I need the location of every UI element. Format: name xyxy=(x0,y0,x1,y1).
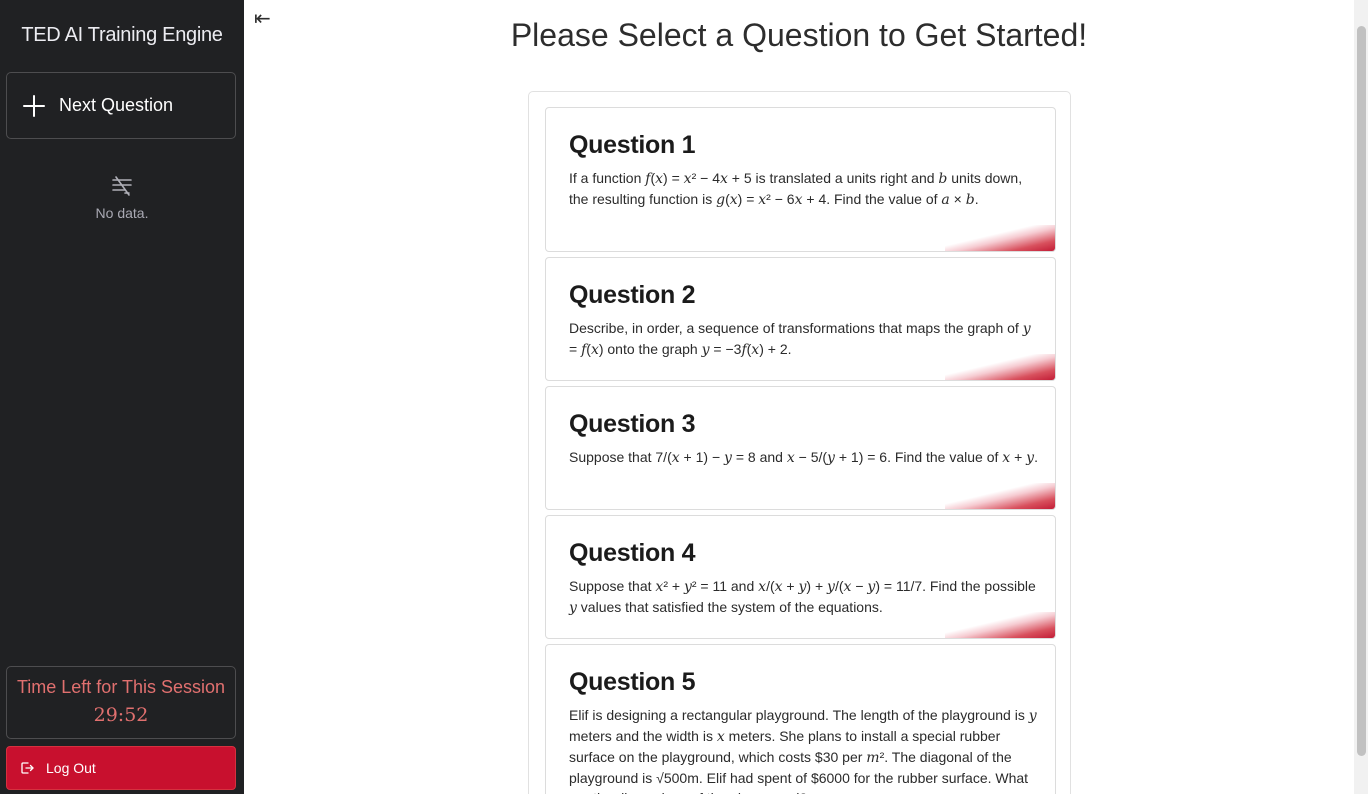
question-card-5[interactable]: Question 5 Elif is designing a rectangul… xyxy=(545,644,1056,794)
question-text: If a function f(x) = x² − 4x + 5 is tran… xyxy=(569,170,1023,208)
no-data-placeholder: No data. xyxy=(0,175,244,221)
card-corner-decoration xyxy=(945,354,1055,380)
timer-value: 29:52 xyxy=(93,704,149,726)
question-title: Question 2 xyxy=(569,281,696,309)
plus-icon xyxy=(23,94,45,117)
next-question-label: Next Question xyxy=(59,95,174,115)
logout-label: Log Out xyxy=(46,760,96,776)
session-timer: Time Left for This Session 29:52 xyxy=(6,666,236,739)
scrollbar-thumb[interactable] xyxy=(1357,26,1366,756)
card-corner-decoration xyxy=(945,483,1055,509)
page-title: Please Select a Question to Get Started! xyxy=(510,17,1088,53)
question-title: Question 1 xyxy=(569,131,696,159)
page-scrollbar[interactable] xyxy=(1354,0,1368,794)
question-title: Question 3 xyxy=(569,410,696,438)
question-card-1[interactable]: Question 1 If a function f(x) = x² − 4x … xyxy=(545,107,1056,252)
logout-icon xyxy=(21,762,34,774)
question-text: Elif is designing a rectangular playgrou… xyxy=(569,707,1037,794)
sidebar: TED AI Training Engine Next Question No … xyxy=(0,0,244,794)
question-card-2[interactable]: Question 2 Describe, in order, a sequenc… xyxy=(545,257,1056,381)
question-text: Suppose that 7/(x + 1) − y = 8 and x − 5… xyxy=(569,449,1038,466)
card-corner-decoration xyxy=(945,612,1055,638)
logout-button[interactable]: Log Out xyxy=(6,746,236,790)
question-title: Question 4 xyxy=(569,539,696,567)
question-list-panel: Question 1 If a function f(x) = x² − 4x … xyxy=(528,91,1071,794)
no-data-icon xyxy=(112,176,132,196)
no-data-text: No data. xyxy=(95,205,149,221)
app-title: TED AI Training Engine xyxy=(21,24,223,46)
question-card-4[interactable]: Question 4 Suppose that x² + y² = 11 and… xyxy=(545,515,1056,639)
next-question-button[interactable]: Next Question xyxy=(6,72,236,139)
question-title: Question 5 xyxy=(569,668,696,696)
card-corner-decoration xyxy=(945,225,1055,251)
question-card-3[interactable]: Question 3 Suppose that 7/(x + 1) − y = … xyxy=(545,386,1056,510)
timer-label: Time Left for This Session xyxy=(16,677,226,697)
